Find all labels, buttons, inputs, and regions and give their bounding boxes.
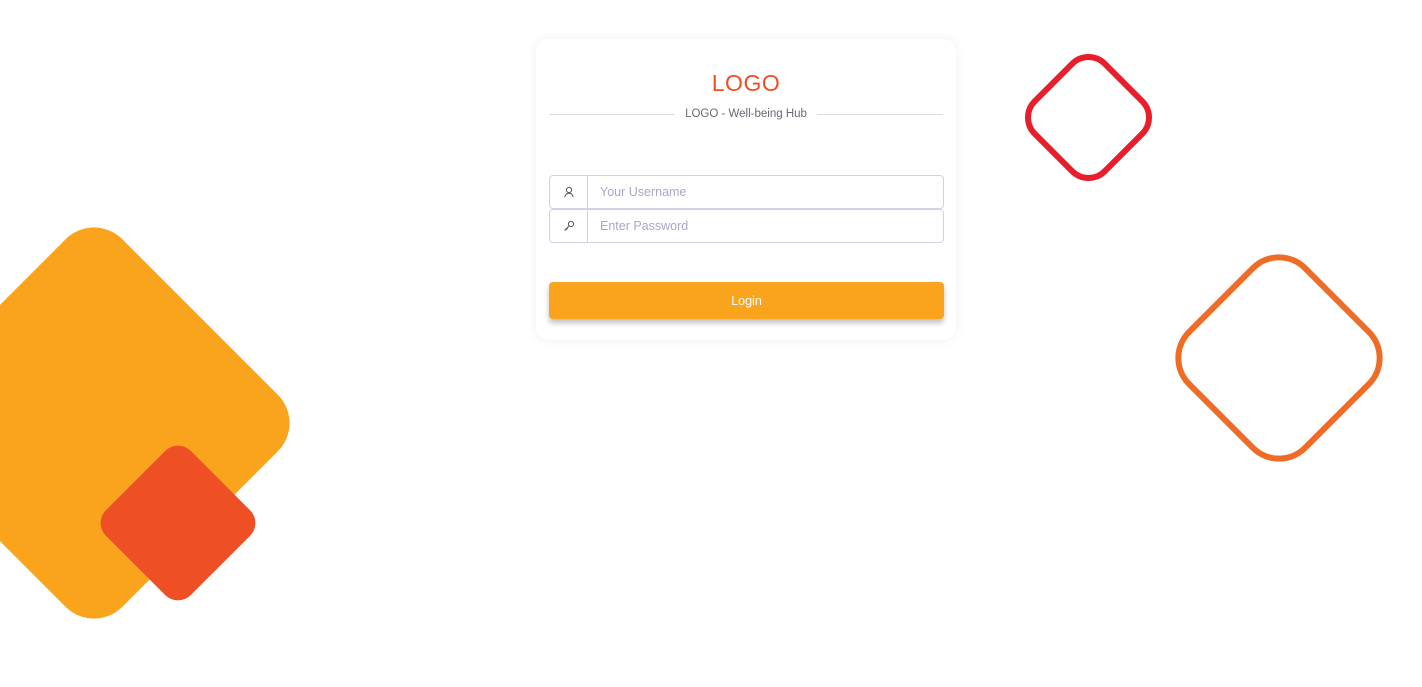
divider-line-left xyxy=(549,113,676,115)
decorative-red-outline-diamond xyxy=(1014,43,1163,192)
user-icon xyxy=(549,175,588,209)
decorative-orange-outline-diamond xyxy=(1158,237,1400,479)
login-page: LOGO LOGO - Well-being Hub Your Username… xyxy=(0,0,1422,687)
username-input[interactable] xyxy=(588,175,944,209)
divider-line-right xyxy=(816,113,943,115)
username-field-group xyxy=(549,175,944,209)
password-field-group xyxy=(549,209,944,243)
password-input[interactable] xyxy=(588,209,944,243)
login-card: LOGO LOGO - Well-being Hub Your Username… xyxy=(536,39,956,340)
app-subtitle: LOGO - Well-being Hub xyxy=(685,108,807,120)
subtitle-divider: LOGO - Well-being Hub xyxy=(549,105,943,123)
logo: LOGO xyxy=(711,70,781,96)
key-icon xyxy=(549,209,588,243)
login-button[interactable]: Login xyxy=(549,282,944,319)
